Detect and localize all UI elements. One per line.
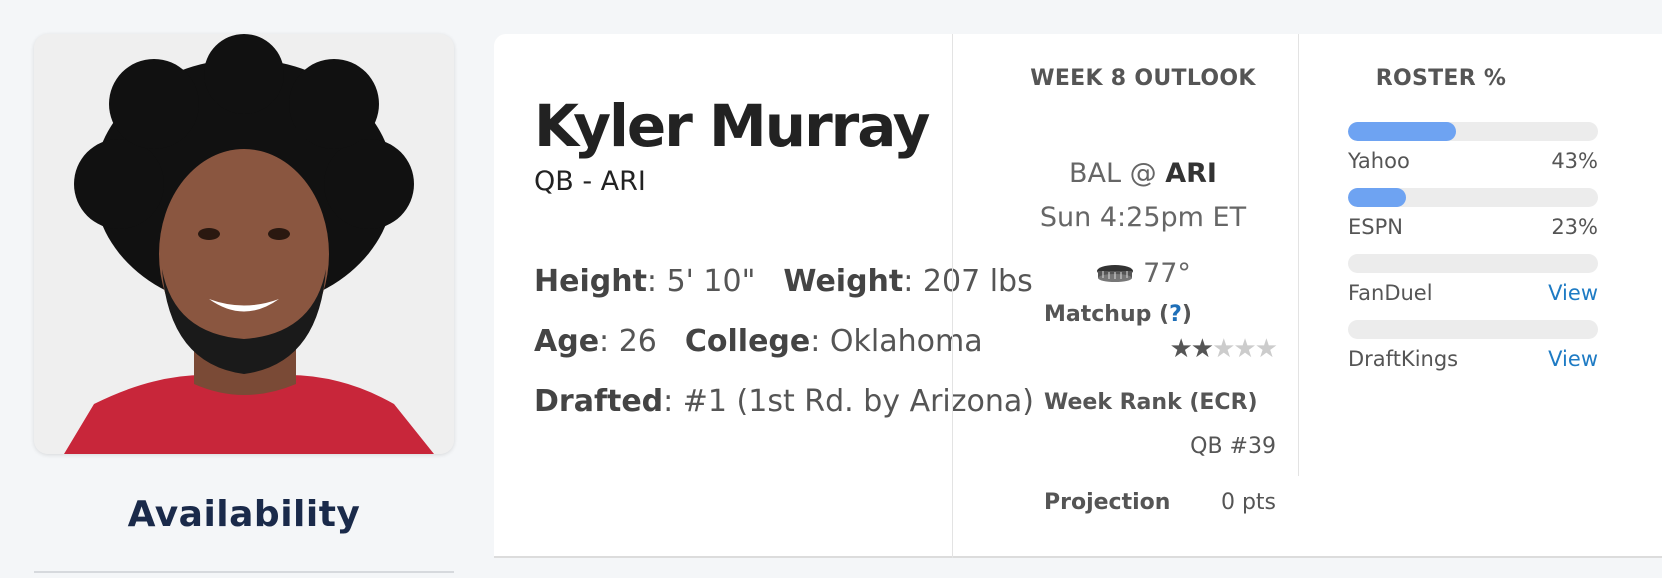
drafted-label: Drafted [534,384,664,419]
player-name: Kyler Murray [534,92,930,160]
roster-bar [1348,122,1598,141]
availability-heading: Availability [127,494,361,535]
roster-bar-fill [1348,122,1456,141]
matchup-rating: ★★★★★ [1169,334,1278,364]
roster-site-value: 43% [1348,149,1598,173]
matchup-label: Matchup (?) [1044,302,1192,327]
matchup-label-close: ) [1181,302,1192,327]
matchup-help-link[interactable]: ? [1169,302,1182,327]
roster-bar [1348,320,1598,339]
bio-row-background: Age: 26 College: Oklahoma [534,324,983,359]
weight-label: Weight [783,264,904,299]
roster-bar [1348,188,1598,207]
college-label: College [684,324,811,359]
roster-heading: ROSTER % [1375,66,1507,91]
player-position-team: QB - ARI [534,166,646,197]
roster-site-percent: 43% [1551,149,1598,173]
stadium-icon [1095,259,1135,290]
projection-label: Projection [1044,490,1171,515]
height-label: Height [534,264,647,299]
game-matchup: BAL @ ARI [1010,158,1276,189]
roster-site-value[interactable]: View [1348,347,1598,371]
column-divider [1298,34,1299,476]
star-icon: ★ [1169,334,1192,364]
roster-view-link[interactable]: View [1548,347,1598,371]
weather: 77° [1010,258,1276,290]
roster-site-percent: 23% [1551,215,1598,239]
star-icon: ★ [1190,334,1214,364]
star-icon: ★ [1233,334,1256,364]
matchup-label-text: Matchup ( [1044,302,1170,327]
roster-view-link[interactable]: View [1548,281,1598,305]
bio-row-physical: Height: 5' 10" Weight: 207 lbs [534,264,1033,299]
roster-site-value[interactable]: View [1348,281,1598,305]
week-rank-value: QB #39 [1190,434,1276,459]
column-divider [952,34,953,558]
age-value: : 26 [599,324,657,359]
projection-value: 0 pts [1220,490,1276,515]
star-icon: ★ [1212,334,1235,364]
temperature: 77° [1143,258,1191,289]
age-label: Age [534,324,600,359]
roster-bar-fill [1348,188,1406,207]
home-team: ARI [1165,158,1217,189]
height-value: : 5' 10" [646,264,756,299]
roster-site-value: 23% [1348,215,1598,239]
drafted-value: : #1 (1st Rd. by Arizona) [663,384,1034,419]
player-photo [34,34,454,454]
player-card: Kyler Murray QB - ARI Height: 5' 10" Weig… [494,34,1662,558]
week-rank-label: Week Rank (ECR) [1044,390,1258,415]
star-icon: ★ [1254,334,1278,364]
kickoff-time: Sun 4:25pm ET [1039,202,1247,233]
bio-row-draft: Drafted: #1 (1st Rd. by Arizona) [534,384,1034,419]
outlook-heading: WEEK 8 OUTLOOK [1030,66,1256,91]
availability-divider [34,571,454,573]
college-value: : Oklahoma [810,324,983,359]
roster-bar [1348,254,1598,273]
away-team: BAL @ [1069,158,1166,189]
